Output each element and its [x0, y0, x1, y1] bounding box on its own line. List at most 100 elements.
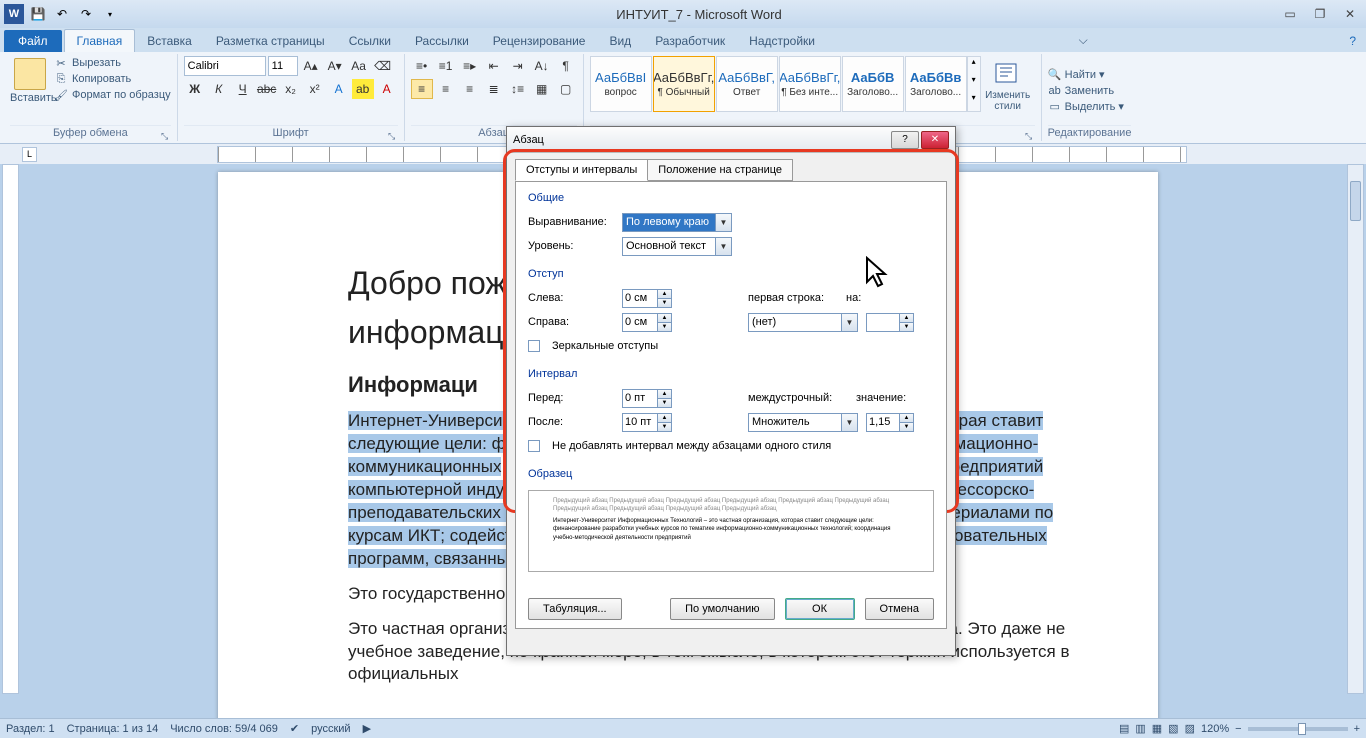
font-name-combo[interactable]: Calibri — [184, 56, 266, 76]
tab-addins[interactable]: Надстройки — [737, 30, 827, 52]
ok-button[interactable]: ОК — [785, 598, 855, 620]
tab-file[interactable]: Файл — [4, 30, 62, 52]
style-item-3[interactable]: АаБбВвГг,¶ Без инте... — [779, 56, 841, 112]
spacing-value-input[interactable]: 1,15▲▼ — [866, 413, 914, 432]
tab-indents[interactable]: Отступы и интервалы — [515, 159, 648, 181]
tab-refs[interactable]: Ссылки — [337, 30, 403, 52]
zoom-slider[interactable] — [1248, 727, 1348, 731]
zoom-handle[interactable] — [1298, 723, 1306, 735]
find-button[interactable]: 🔍Найти ▾ — [1048, 68, 1132, 82]
status-spellcheck-icon[interactable]: ✔ — [290, 722, 299, 735]
spinner-down-icon[interactable]: ▼ — [657, 399, 671, 407]
nosame-checkbox[interactable] — [528, 440, 540, 452]
style-gallery-more[interactable]: ▴▾▾ — [967, 56, 981, 112]
after-input[interactable]: 10 пт▲▼ — [622, 413, 672, 432]
sort-icon[interactable]: A↓ — [531, 56, 553, 76]
replace-button[interactable]: abЗаменить — [1048, 84, 1132, 98]
tab-selector[interactable]: L — [22, 147, 37, 162]
bold-icon[interactable]: Ж — [184, 79, 206, 99]
highlight-icon[interactable]: ab — [352, 79, 374, 99]
style-item-0[interactable]: АаБбВвІвопрос — [590, 56, 652, 112]
tab-home[interactable]: Главная — [64, 29, 136, 52]
align-left-icon[interactable]: ≡ — [411, 79, 433, 99]
underline-icon[interactable]: Ч — [232, 79, 254, 99]
text-effects-icon[interactable]: A — [328, 79, 350, 99]
subscript-icon[interactable]: x₂ — [280, 79, 302, 99]
redo-icon[interactable]: ↷ — [76, 4, 96, 24]
close-icon[interactable]: ✕ — [1338, 5, 1362, 23]
strike-icon[interactable]: abc — [256, 79, 278, 99]
spinner-down-icon[interactable]: ▼ — [657, 323, 671, 331]
spinner-down-icon[interactable]: ▼ — [657, 299, 671, 307]
multilevel-icon[interactable]: ≡▸ — [459, 56, 481, 76]
zoom-out-icon[interactable]: − — [1235, 723, 1241, 735]
cancel-button[interactable]: Отмена — [865, 598, 934, 620]
justify-icon[interactable]: ≣ — [483, 79, 505, 99]
zoom-in-icon[interactable]: + — [1354, 723, 1360, 735]
dialog-titlebar[interactable]: Абзац ? ✕ — [507, 127, 955, 153]
spinner-up-icon[interactable]: ▲ — [657, 290, 671, 299]
view-draft-icon[interactable]: ▨ — [1185, 722, 1195, 735]
cut-button[interactable]: ✂Вырезать — [54, 56, 171, 70]
scroll-thumb[interactable] — [1350, 181, 1361, 221]
align-right-icon[interactable]: ≡ — [459, 79, 481, 99]
borders-icon[interactable]: ▢ — [555, 79, 577, 99]
style-item-5[interactable]: АаБбВвЗаголово... — [905, 56, 967, 112]
status-page[interactable]: Страница: 1 из 14 — [67, 723, 159, 735]
select-button[interactable]: ▭Выделить ▾ — [1048, 100, 1132, 114]
mirror-checkbox[interactable] — [528, 340, 540, 352]
view-web-icon[interactable]: ▦ — [1152, 722, 1162, 735]
font-size-combo[interactable]: 11 — [268, 56, 298, 76]
spinner-up-icon[interactable]: ▲ — [899, 314, 913, 323]
shrink-font-icon[interactable]: A▾ — [324, 56, 346, 76]
style-item-2[interactable]: АаБбВвГ,Ответ — [716, 56, 778, 112]
view-outline-icon[interactable]: ▧ — [1168, 722, 1178, 735]
spinner-up-icon[interactable]: ▲ — [657, 390, 671, 399]
superscript-icon[interactable]: x² — [304, 79, 326, 99]
default-button[interactable]: По умолчанию — [670, 598, 774, 620]
font-launcher-icon[interactable]: ⤡ — [386, 129, 398, 141]
minimize-icon[interactable]: ▭ — [1278, 5, 1302, 23]
restore-icon[interactable]: ❐ — [1308, 5, 1332, 23]
spinner-down-icon[interactable]: ▼ — [899, 423, 913, 431]
decrease-indent-icon[interactable]: ⇤ — [483, 56, 505, 76]
tab-dev[interactable]: Разработчик — [643, 30, 737, 52]
tab-view[interactable]: Вид — [597, 30, 643, 52]
status-words[interactable]: Число слов: 59/4 069 — [170, 723, 278, 735]
spinner-up-icon[interactable]: ▲ — [899, 414, 913, 423]
tab-review[interactable]: Рецензирование — [481, 30, 598, 52]
alignment-select[interactable]: По левому краю▼ — [622, 213, 732, 232]
spinner-down-icon[interactable]: ▼ — [899, 323, 913, 331]
spinner-up-icon[interactable]: ▲ — [657, 414, 671, 423]
before-input[interactable]: 0 пт▲▼ — [622, 389, 672, 408]
change-styles-button[interactable]: Изменить стили — [981, 56, 1035, 112]
help-icon[interactable]: ? — [1339, 30, 1366, 52]
vertical-scrollbar[interactable] — [1347, 164, 1364, 694]
level-select[interactable]: Основной текст▼ — [622, 237, 732, 256]
copy-button[interactable]: ⎘Копировать — [54, 72, 171, 86]
view-read-icon[interactable]: ▥ — [1135, 722, 1145, 735]
tab-position[interactable]: Положение на странице — [647, 159, 793, 181]
status-lang[interactable]: русский — [311, 723, 350, 735]
grow-font-icon[interactable]: A▴ — [300, 56, 322, 76]
view-print-icon[interactable]: ▤ — [1119, 722, 1129, 735]
clear-format-icon[interactable]: ⌫ — [372, 56, 394, 76]
status-macro-icon[interactable]: ▶ — [363, 722, 371, 735]
indent-left-input[interactable]: 0 см▲▼ — [622, 289, 672, 308]
firstline-select[interactable]: (нет)▼ — [748, 313, 858, 332]
indent-right-input[interactable]: 0 см▲▼ — [622, 313, 672, 332]
zoom-value[interactable]: 120% — [1201, 723, 1229, 735]
change-case-icon[interactable]: Aa — [348, 56, 370, 76]
qat-customize-icon[interactable]: ▾ — [100, 4, 120, 24]
clipboard-launcher-icon[interactable]: ⤡ — [159, 129, 171, 141]
format-painter-button[interactable]: 🖌Формат по образцу — [54, 88, 171, 102]
style-item-4[interactable]: АаБбВЗаголово... — [842, 56, 904, 112]
dialog-help-icon[interactable]: ? — [891, 131, 919, 149]
shading-icon[interactable]: ▦ — [531, 79, 553, 99]
show-marks-icon[interactable]: ¶ — [555, 56, 577, 76]
line-spacing-icon[interactable]: ↕≡ — [507, 79, 529, 99]
spinner-down-icon[interactable]: ▼ — [657, 423, 671, 431]
styles-launcher-icon[interactable]: ⤡ — [1023, 129, 1035, 141]
numbering-icon[interactable]: ≡1 — [435, 56, 457, 76]
tabs-button[interactable]: Табуляция... — [528, 598, 622, 620]
